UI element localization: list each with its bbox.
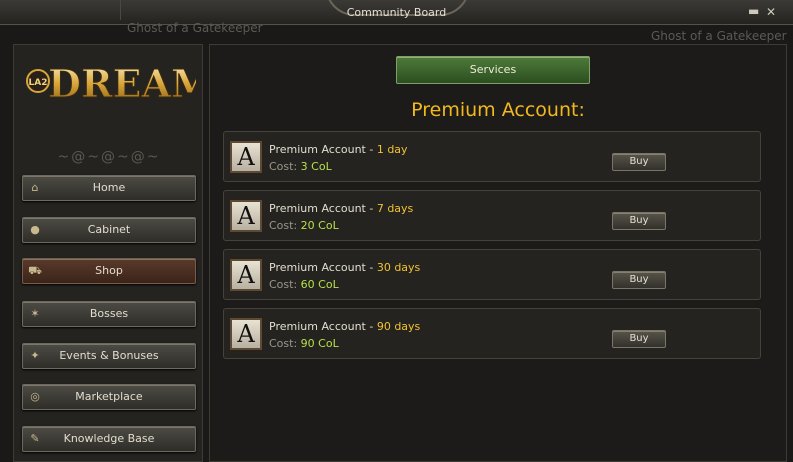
cost-label: Cost: [269, 337, 298, 350]
logo-text: DREAM [48, 61, 196, 106]
product-cost: Cost: 60 CoL [269, 278, 339, 291]
product-card: A Premium Account - 1 day Cost: 3 CoL Bu… [223, 131, 761, 182]
logo-badge: LA2 [29, 78, 48, 88]
sidebar-item-events[interactable]: ✦ Events & Bonuses [22, 343, 196, 369]
product-card: A Premium Account - 90 days Cost: 90 CoL… [223, 308, 761, 359]
product-title: Premium Account - 30 days [269, 261, 420, 274]
separator: - [365, 143, 377, 156]
product-duration: 30 days [376, 261, 421, 274]
premium-account-icon: A [229, 199, 263, 233]
sidebar: LA2 DREAM ~@~@~@~ ⌂ Home ● Cabinet ⛟ Sho… [13, 44, 203, 462]
product-cost: Cost: 90 CoL [269, 337, 339, 350]
cost-label: Cost: [269, 160, 298, 173]
product-card: A Premium Account - 7 days Cost: 20 CoL … [223, 190, 761, 241]
world-npc-name: Ghost of a Gatekeeper [651, 29, 787, 43]
cost-label: Cost: [269, 219, 298, 232]
product-cost: Cost: 20 CoL [269, 219, 339, 232]
services-button[interactable]: Services [396, 56, 590, 84]
separator: - [365, 261, 377, 274]
separator: - [365, 202, 377, 215]
sidebar-item-label: Events & Bonuses [59, 349, 159, 362]
sidebar-item-home[interactable]: ⌂ Home [22, 175, 196, 201]
shop-icon: ⛟ [28, 264, 42, 277]
title-bar: Community Board ▬ ✕ [0, 0, 793, 25]
home-icon: ⌂ [31, 181, 39, 194]
sidebar-item-bosses[interactable]: ✶ Bosses [22, 301, 196, 327]
product-name: Premium Account [269, 261, 366, 274]
cost-value: 20 CoL [300, 219, 339, 232]
main-panel: Services Premium Account: A Premium Acco… [209, 44, 787, 462]
sidebar-item-marketplace[interactable]: ◎ Marketplace [22, 384, 196, 410]
events-icon: ✦ [30, 349, 40, 362]
cost-value: 3 CoL [300, 160, 332, 173]
product-name: Premium Account [269, 143, 366, 156]
sidebar-item-label: Marketplace [75, 390, 143, 403]
sidebar-item-label: Bosses [89, 307, 129, 320]
world-npc-name: Ghost of a Gatekeeper [127, 21, 263, 35]
product-title: Premium Account - 7 days [269, 202, 413, 215]
product-duration: 7 days [376, 202, 414, 215]
sidebar-item-label: Shop [95, 264, 123, 277]
product-name: Premium Account [269, 202, 366, 215]
cost-label: Cost: [269, 278, 298, 291]
product-card: A Premium Account - 30 days Cost: 60 CoL… [223, 249, 761, 300]
sidebar-item-shop[interactable]: ⛟ Shop [22, 258, 196, 284]
premium-account-icon: A [229, 140, 263, 174]
close-icon[interactable]: ✕ [766, 5, 776, 19]
product-title: Premium Account - 1 day [269, 143, 408, 156]
buy-button[interactable]: Buy [612, 212, 666, 230]
product-name: Premium Account [269, 320, 366, 333]
sidebar-item-cabinet[interactable]: ● Cabinet [22, 217, 196, 243]
product-title: Premium Account - 90 days [269, 320, 420, 333]
buy-button[interactable]: Buy [612, 153, 666, 171]
sidebar-item-knowledge-base[interactable]: ✎ Knowledge Base [22, 426, 196, 452]
page-title: Premium Account: [411, 99, 585, 121]
ornament-divider: ~@~@~@~ [57, 149, 161, 165]
product-duration: 90 days [376, 320, 421, 333]
cabinet-icon: ● [30, 223, 40, 236]
buy-button[interactable]: Buy [612, 330, 666, 348]
premium-account-icon: A [229, 258, 263, 292]
minimize-icon[interactable]: ▬ [748, 4, 759, 18]
buy-button[interactable]: Buy [612, 271, 666, 289]
product-duration: 1 day [376, 143, 408, 156]
sidebar-item-label: Home [92, 181, 126, 194]
sidebar-item-label: Knowledge Base [63, 432, 155, 445]
window-title: Community Board [346, 6, 447, 19]
cost-value: 60 CoL [300, 278, 339, 291]
knowledge-icon: ✎ [30, 432, 40, 445]
bosses-icon: ✶ [30, 307, 40, 320]
product-cost: Cost: 3 CoL [269, 160, 332, 173]
cost-value: 90 CoL [300, 337, 339, 350]
marketplace-icon: ◎ [30, 390, 40, 403]
separator: - [365, 320, 377, 333]
dream-logo: LA2 DREAM [26, 61, 196, 107]
sidebar-item-label: Cabinet [87, 223, 131, 236]
premium-account-icon: A [229, 317, 263, 351]
